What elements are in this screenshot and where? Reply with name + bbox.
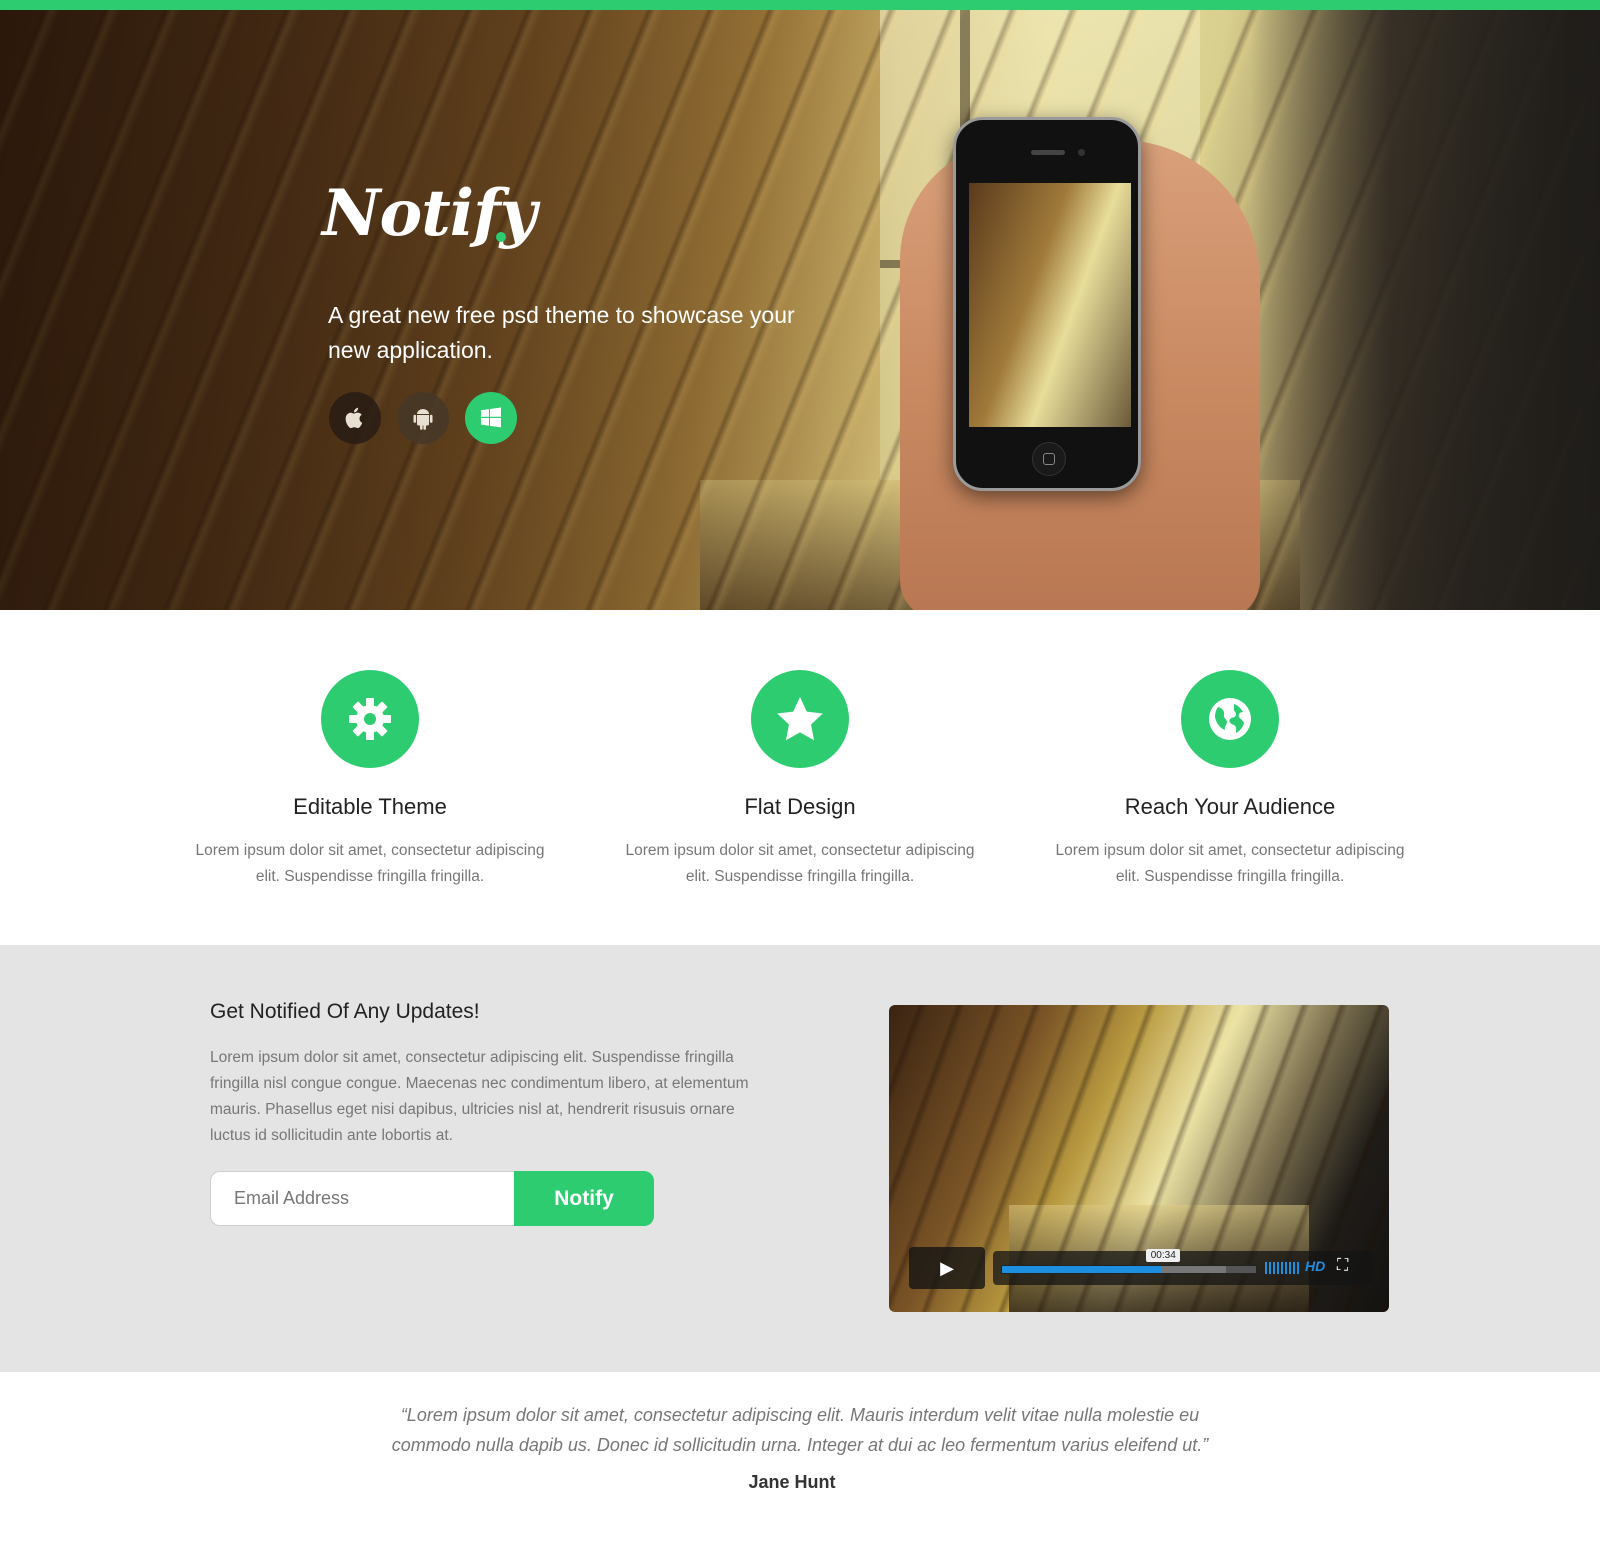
logo-dot — [496, 232, 506, 242]
globe-icon — [1209, 698, 1251, 740]
feature-card: Editable Theme Lorem ipsum dolor sit ame… — [190, 670, 550, 890]
features-section: Editable Theme Lorem ipsum dolor sit ame… — [0, 610, 1600, 945]
feature-description: Lorem ipsum dolor sit amet, consectetur … — [625, 842, 975, 885]
video-time-tooltip: 00:34 — [1146, 1249, 1181, 1262]
feature-card: Flat Design Lorem ipsum dolor sit amet, … — [620, 670, 980, 890]
android-icon — [413, 409, 433, 430]
notify-button[interactable]: Notify — [514, 1171, 654, 1226]
email-field[interactable] — [210, 1171, 514, 1226]
phone-camera — [1078, 149, 1085, 156]
testimonial-author: Jane Hunt — [748, 1472, 836, 1492]
apple-icon — [345, 407, 363, 429]
volume-icon[interactable] — [1265, 1262, 1299, 1274]
feature-icon-circle — [321, 670, 419, 768]
feature-title: Reach Your Audience — [1124, 794, 1336, 819]
hero-background-shade — [1250, 10, 1600, 610]
apple-store-button[interactable] — [329, 392, 381, 444]
feature-title: Flat Design — [744, 794, 856, 819]
video-progress-fill — [1002, 1266, 1163, 1273]
video-player[interactable]: ▶ 00:34 HD ⛶ — [889, 1005, 1389, 1312]
phone-speaker — [1031, 150, 1065, 155]
feature-description: Lorem ipsum dolor sit amet, consectetur … — [1055, 842, 1405, 885]
testimonial-section: “Lorem ipsum dolor sit amet, consectetur… — [0, 1372, 1600, 1548]
notify-title: Get Notified Of Any Updates! — [210, 1000, 480, 1023]
star-icon — [777, 697, 823, 741]
testimonial-quote: “Lorem ipsum dolor sit amet, consectetur… — [391, 1405, 1209, 1455]
android-store-button[interactable] — [397, 392, 449, 444]
feature-card: Reach Your Audience Lorem ipsum dolor si… — [1050, 670, 1410, 890]
video-controls: 00:34 HD ⛶ — [993, 1249, 1373, 1285]
hd-button[interactable]: HD — [1305, 1258, 1325, 1274]
phone-home-button — [1032, 442, 1066, 476]
feature-icon-circle — [751, 670, 849, 768]
windows-store-button[interactable] — [465, 392, 517, 444]
play-button[interactable]: ▶ — [909, 1247, 985, 1289]
notify-section: Get Notified Of Any Updates! Lorem ipsum… — [0, 945, 1600, 1372]
feature-icon-circle — [1181, 670, 1279, 768]
feature-description: Lorem ipsum dolor sit amet, consectetur … — [195, 842, 545, 885]
fullscreen-icon[interactable]: ⛶ — [1337, 1257, 1348, 1275]
feature-title: Editable Theme — [293, 794, 447, 819]
notify-description: Lorem ipsum dolor sit amet, consectetur … — [210, 1049, 749, 1144]
play-icon: ▶ — [940, 1257, 954, 1278]
phone-screen — [969, 183, 1131, 427]
top-accent-bar — [0, 0, 1600, 10]
gear-icon — [349, 698, 391, 740]
hero-tagline: A great new free psd theme to showcase y… — [328, 302, 795, 363]
hero-section: Notify A great new free psd theme to sho… — [0, 10, 1600, 610]
windows-icon — [481, 407, 501, 428]
video-progress-bar[interactable]: 00:34 — [1001, 1249, 1257, 1274]
phone-image — [953, 117, 1141, 491]
